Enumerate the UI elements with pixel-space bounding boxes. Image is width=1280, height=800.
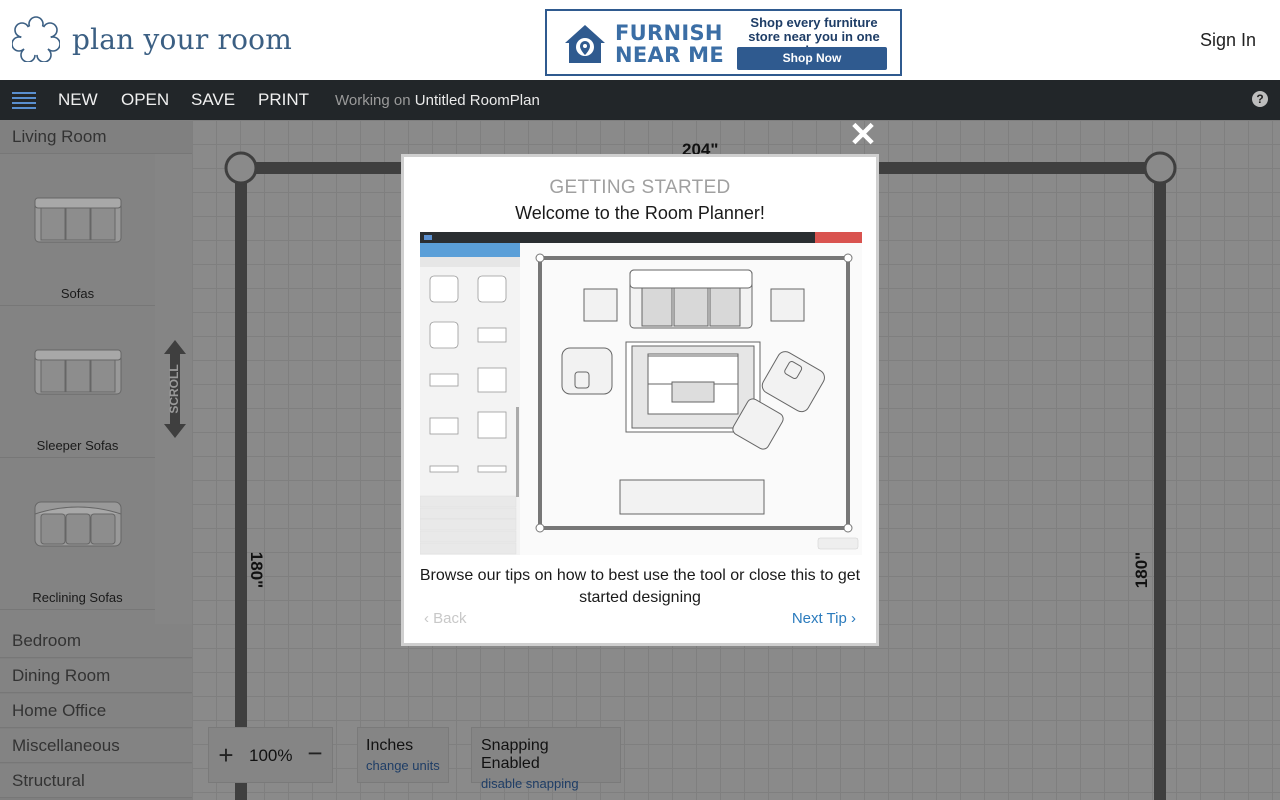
- snapping-status: Snapping Enabled: [481, 737, 549, 772]
- scroll-arrows-icon[interactable]: SCROLL: [164, 340, 186, 438]
- snapping-control: Snapping Enabled disable snapping: [471, 727, 621, 791]
- item-sleeper-sofas[interactable]: Sleeper Sofas: [0, 306, 155, 458]
- units-control: Inches change units: [357, 727, 449, 783]
- logo-icon: [12, 16, 60, 62]
- print-button[interactable]: PRINT: [258, 90, 309, 110]
- zoom-level: 100%: [249, 746, 293, 765]
- item-label: Reclining Sofas: [32, 590, 123, 605]
- next-tip-button[interactable]: Next Tip ›: [792, 610, 856, 627]
- item-sofas[interactable]: Sofas: [0, 154, 155, 306]
- wall-handle[interactable]: [1143, 151, 1177, 185]
- category-living-room[interactable]: Living Room: [0, 120, 192, 154]
- sleeper-sofa-icon: [34, 349, 122, 395]
- new-button[interactable]: NEW: [58, 90, 98, 110]
- change-units-link[interactable]: change units: [366, 758, 440, 773]
- ad-brand-line2: NEAR ME: [615, 43, 724, 67]
- disable-snapping-link[interactable]: disable snapping: [481, 776, 611, 791]
- save-button[interactable]: SAVE: [191, 90, 235, 110]
- working-on-label: Working on Untitled RoomPlan: [335, 92, 540, 109]
- plan-name[interactable]: Untitled RoomPlan: [415, 92, 540, 109]
- shop-now-button[interactable]: Shop Now: [737, 47, 887, 70]
- item-label: Sofas: [60, 286, 95, 301]
- ad-banner[interactable]: FURNISH NEAR ME Shop every furniture sto…: [545, 9, 902, 76]
- house-pin-icon: [565, 25, 605, 63]
- left-dimension: 180": [247, 551, 267, 589]
- logo[interactable]: plan your room: [12, 16, 292, 62]
- category-dining-room[interactable]: Dining Room: [0, 659, 192, 693]
- toolbar: NEW OPEN SAVE PRINT Working on Untitled …: [0, 80, 1280, 120]
- right-dimension: 180": [1132, 551, 1152, 589]
- scroll-label: SCROLL: [167, 364, 181, 413]
- item-reclining-sofas[interactable]: Reclining Sofas: [0, 458, 155, 610]
- logo-text: plan your room: [72, 22, 292, 56]
- modal-close-button[interactable]: ✕: [848, 118, 878, 152]
- units-value: Inches: [366, 737, 414, 754]
- modal-body: Browse our tips on how to best use the t…: [419, 567, 861, 606]
- ad-brand: FURNISH NEAR ME: [615, 22, 724, 66]
- reclining-sofa-icon: [34, 501, 122, 547]
- item-label: Sleeper Sofas: [36, 438, 119, 453]
- furniture-list: Sofas Sleeper Sofas Reclining Sofas: [0, 154, 155, 624]
- open-button[interactable]: OPEN: [121, 90, 169, 110]
- working-prefix: Working on: [335, 92, 411, 109]
- category-home-office[interactable]: Home Office: [0, 694, 192, 728]
- ad-brand-line1: FURNISH: [615, 21, 723, 45]
- help-icon[interactable]: ?: [1252, 91, 1268, 107]
- wall-handle[interactable]: [224, 151, 258, 185]
- header: plan your room FURNISH NEAR ME Shop ever…: [0, 0, 1280, 80]
- modal-title: GETTING STARTED: [549, 177, 731, 198]
- getting-started-modal: GETTING STARTED Welcome to the Room Plan…: [401, 154, 879, 646]
- sofa-icon: [34, 197, 122, 243]
- room-planner-preview-image: [420, 232, 862, 555]
- category-bedroom[interactable]: Bedroom: [0, 624, 192, 658]
- zoom-in-button[interactable]: +: [215, 740, 237, 771]
- category-structural[interactable]: Structural: [0, 764, 192, 798]
- sign-in-link[interactable]: Sign In: [1200, 30, 1256, 51]
- hamburger-menu-icon[interactable]: [12, 92, 36, 109]
- category-miscellaneous[interactable]: Miscellaneous: [0, 729, 192, 763]
- sidebar: Living Room Sofas Sleeper Sofas Reclinin…: [0, 120, 192, 800]
- zoom-out-button[interactable]: −: [304, 738, 326, 769]
- zoom-control: + 100% −: [208, 727, 333, 783]
- back-button[interactable]: ‹ Back: [424, 610, 467, 627]
- modal-subtitle: Welcome to the Room Planner!: [515, 203, 765, 223]
